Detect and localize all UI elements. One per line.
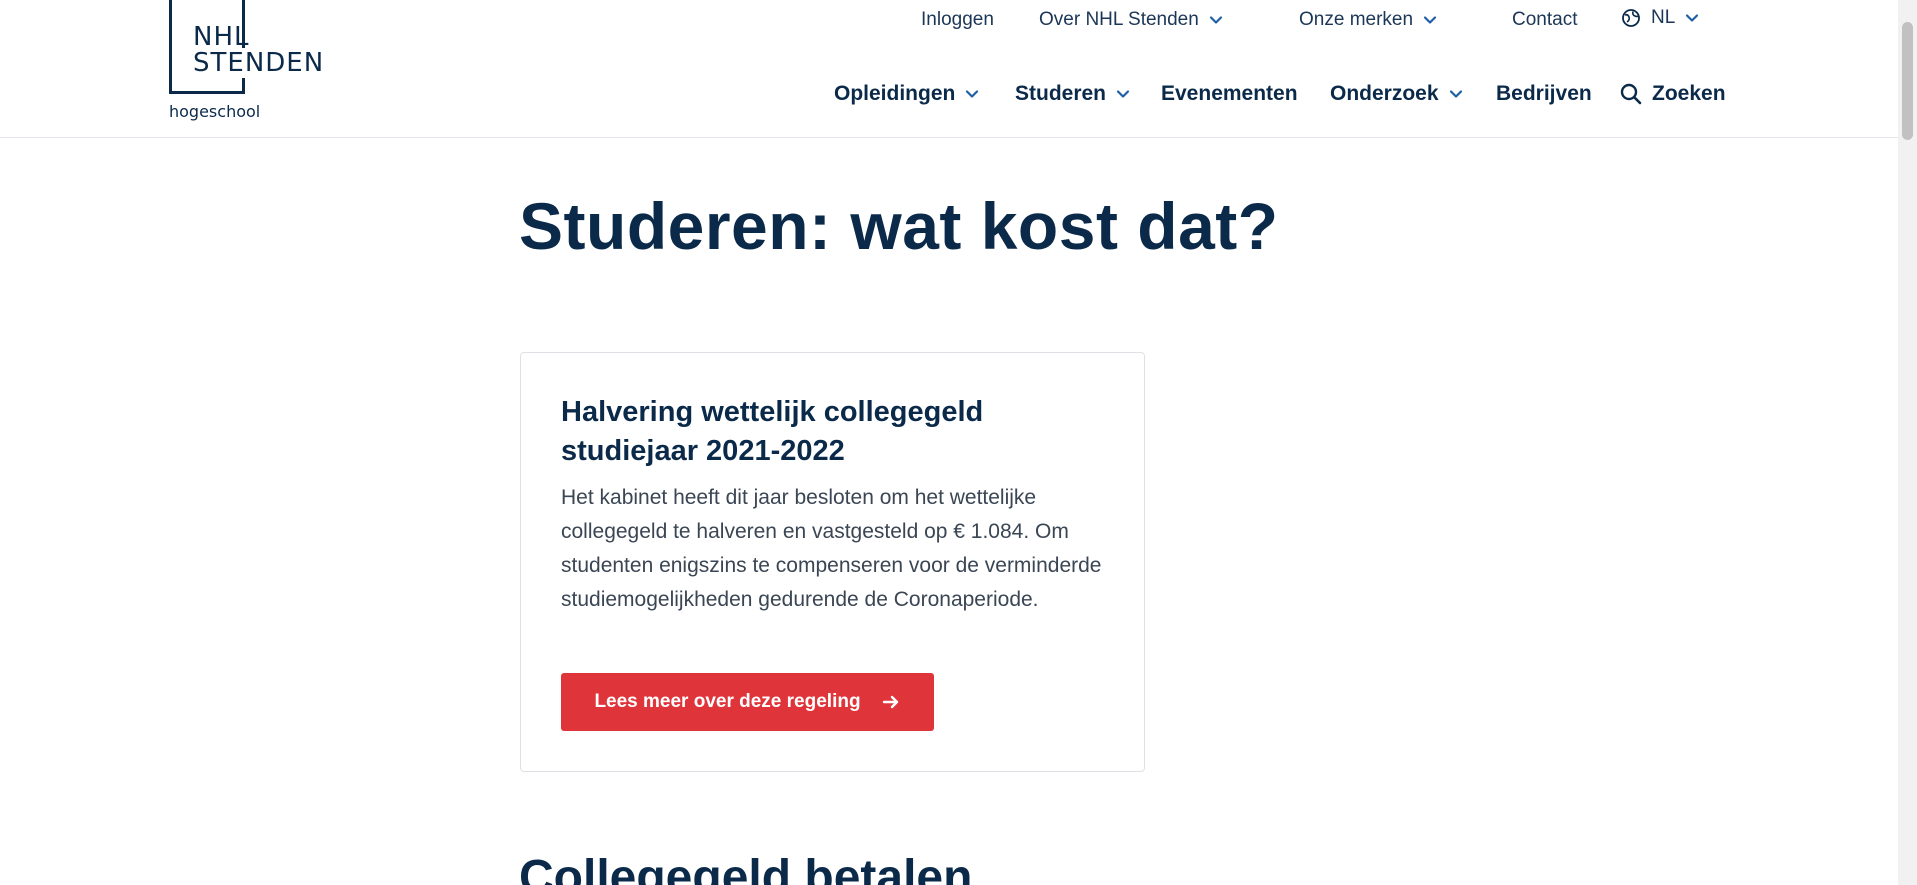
page-title: Studeren: wat kost dat? bbox=[519, 189, 1279, 263]
brands-label: Onze merken bbox=[1299, 9, 1414, 30]
utility-nav: Inloggen Over NHL Stenden Onze merken Co… bbox=[0, 7, 1898, 35]
page: NHL STENDEN hogeschool Inloggen Over NHL… bbox=[0, 0, 1917, 885]
nav-companies[interactable]: Bedrijven bbox=[1496, 82, 1592, 106]
language-label: NL bbox=[1651, 7, 1676, 28]
login-label: Inloggen bbox=[921, 9, 994, 30]
read-more-button[interactable]: Lees meer over deze regeling bbox=[561, 673, 934, 731]
nav-research[interactable]: Onderzoek bbox=[1330, 82, 1463, 106]
chevron-down-icon bbox=[1685, 11, 1699, 25]
site-header: NHL STENDEN hogeschool Inloggen Over NHL… bbox=[0, 0, 1898, 138]
chevron-down-icon bbox=[965, 87, 979, 101]
section-title: Collegegeld betalen bbox=[519, 851, 973, 885]
nav-events-label: Evenementen bbox=[1161, 82, 1298, 105]
nav-research-label: Onderzoek bbox=[1330, 82, 1439, 105]
about-label: Over NHL Stenden bbox=[1039, 9, 1199, 30]
nav-companies-label: Bedrijven bbox=[1496, 82, 1592, 105]
scrollbar-thumb[interactable] bbox=[1902, 22, 1913, 140]
logo-text-line2: STENDEN bbox=[193, 48, 327, 78]
nav-studying-label: Studeren bbox=[1015, 82, 1107, 105]
globe-icon bbox=[1621, 8, 1641, 28]
language-dropdown[interactable]: NL bbox=[1621, 7, 1699, 29]
read-more-label: Lees meer over deze regeling bbox=[594, 691, 861, 712]
nav-programs-label: Opleidingen bbox=[834, 82, 956, 105]
main-nav: Opleidingen Studeren Evenementen Onderzo… bbox=[0, 82, 1898, 110]
brands-dropdown[interactable]: Onze merken bbox=[1299, 9, 1437, 31]
card-title: Halvering wettelijk collegegeld studieja… bbox=[561, 396, 984, 467]
chevron-down-icon bbox=[1449, 87, 1463, 101]
card-text: Het kabinet heeft dit jaar besloten om h… bbox=[561, 486, 1102, 611]
search-button[interactable]: Zoeken bbox=[1620, 82, 1726, 106]
chevron-down-icon bbox=[1209, 13, 1223, 27]
arrow-right-icon bbox=[881, 692, 901, 712]
login-link[interactable]: Inloggen bbox=[921, 9, 994, 31]
contact-label: Contact bbox=[1512, 9, 1578, 30]
search-label: Zoeken bbox=[1652, 82, 1726, 105]
chevron-down-icon bbox=[1423, 13, 1437, 27]
nav-studying[interactable]: Studeren bbox=[1015, 82, 1130, 106]
page-scrollbar[interactable] bbox=[1898, 0, 1917, 885]
about-dropdown[interactable]: Over NHL Stenden bbox=[1039, 9, 1223, 31]
info-card: Halvering wettelijk collegegeld studieja… bbox=[520, 352, 1145, 772]
chevron-down-icon bbox=[1116, 87, 1130, 101]
nav-events[interactable]: Evenementen bbox=[1161, 82, 1298, 106]
nav-programs[interactable]: Opleidingen bbox=[834, 82, 979, 106]
contact-link[interactable]: Contact bbox=[1512, 9, 1577, 31]
search-icon bbox=[1620, 83, 1642, 105]
